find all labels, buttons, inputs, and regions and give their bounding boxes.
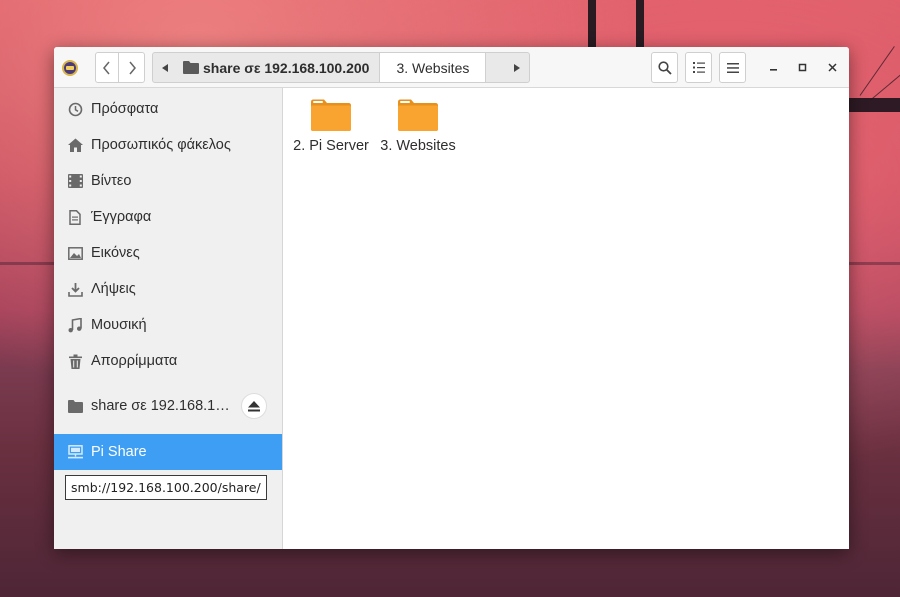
back-button[interactable] xyxy=(95,52,119,83)
drive-icon xyxy=(67,398,83,414)
chevron-right-icon xyxy=(128,61,136,74)
eject-icon xyxy=(248,400,260,411)
path-scroll-left-button[interactable] xyxy=(153,53,177,82)
close-button[interactable] xyxy=(821,57,843,77)
wallpaper-bridge-tower xyxy=(588,0,596,50)
menu-button[interactable] xyxy=(719,52,746,83)
sidebar-item-label: Απορρίμματα xyxy=(91,353,178,369)
eject-button[interactable] xyxy=(241,393,267,419)
folder-label: 2. Pi Server xyxy=(293,138,369,154)
minimize-button[interactable] xyxy=(762,57,784,77)
close-icon xyxy=(827,62,837,72)
sidebar-item-label: Πρόσφατα xyxy=(91,101,159,117)
list-view-button[interactable] xyxy=(685,52,712,83)
sidebar-item-videos[interactable]: Βίντεο xyxy=(54,163,282,199)
sidebar-item-label: Έγγραφα xyxy=(91,209,152,225)
film-icon xyxy=(67,173,83,189)
chevron-left-icon xyxy=(103,61,110,74)
tooltip-text: smb://192.168.100.200/share/ xyxy=(71,480,261,495)
path-segment-share[interactable]: share σε 192.168.100.200 xyxy=(177,53,379,82)
music-icon xyxy=(67,317,83,333)
image-icon xyxy=(67,245,83,261)
file-manager-window: share σε 192.168.100.200 3. Websites Πρό… xyxy=(54,47,849,549)
triangle-right-icon xyxy=(514,63,520,72)
sidebar-item-documents[interactable]: Έγγραφα xyxy=(54,199,282,235)
folder-icon xyxy=(311,99,351,131)
file-view: 2. Pi Server 3. Websites xyxy=(283,88,849,549)
search-icon xyxy=(657,60,672,75)
document-icon xyxy=(67,209,83,225)
folder-item[interactable]: 2. Pi Server xyxy=(286,98,376,154)
folder-label: 3. Websites xyxy=(380,138,456,154)
path-scroll-right-button[interactable] xyxy=(505,53,529,82)
sidebar-item-label: Λήψεις xyxy=(91,281,136,297)
sidebar-item-music[interactable]: Μουσική xyxy=(54,307,282,343)
sidebar-item-pi-share[interactable]: Pi Share xyxy=(54,434,282,470)
sidebar-item-trash[interactable]: Απορρίμματα xyxy=(54,343,282,379)
sidebar-item-mounted-share[interactable]: share σε 192.168.1… xyxy=(54,388,282,424)
path-segment-websites[interactable]: 3. Websites xyxy=(379,53,487,82)
clock-icon xyxy=(67,101,83,117)
maximize-button[interactable] xyxy=(791,57,813,77)
wallpaper-bridge-cable xyxy=(859,46,895,96)
list-view-icon xyxy=(692,62,705,73)
sidebar-item-pictures[interactable]: Εικόνες xyxy=(54,235,282,271)
minimize-icon xyxy=(769,68,777,71)
path-segment-label: share σε 192.168.100.200 xyxy=(203,59,370,76)
sidebar-item-home[interactable]: Προσωπικός φάκελος xyxy=(54,127,282,163)
sidebar-item-label: Pi Share xyxy=(91,444,147,460)
folder-icon xyxy=(398,99,438,131)
sidebar-item-label: Εικόνες xyxy=(91,245,140,261)
forward-button[interactable] xyxy=(119,52,145,83)
header-bar: share σε 192.168.100.200 3. Websites xyxy=(54,47,849,88)
sidebar-item-label: Μουσική xyxy=(91,317,147,333)
search-button[interactable] xyxy=(651,52,678,83)
network-icon xyxy=(67,444,83,460)
trash-icon xyxy=(67,353,83,369)
path-segment-label: 3. Websites xyxy=(396,59,470,76)
files-app-icon[interactable] xyxy=(62,60,78,76)
home-icon xyxy=(67,137,83,153)
sidebar-item-label: Βίντεο xyxy=(91,173,132,189)
triangle-left-icon xyxy=(162,63,168,72)
wallpaper-bridge-tower xyxy=(636,0,644,50)
path-bar: share σε 192.168.100.200 3. Websites xyxy=(152,52,530,83)
sidebar-item-downloads[interactable]: Λήψεις xyxy=(54,271,282,307)
tooltip: smb://192.168.100.200/share/ xyxy=(65,475,267,500)
sidebar-item-label: Προσωπικός φάκελος xyxy=(91,137,231,153)
sidebar-item-label: share σε 192.168.1… xyxy=(91,398,230,414)
sidebar-item-recent[interactable]: Πρόσφατα xyxy=(54,91,282,127)
folder-icon xyxy=(183,61,199,74)
folder-item[interactable]: 3. Websites xyxy=(373,98,463,154)
download-icon xyxy=(67,281,83,297)
hamburger-menu-icon xyxy=(726,62,739,73)
maximize-icon xyxy=(798,63,806,71)
